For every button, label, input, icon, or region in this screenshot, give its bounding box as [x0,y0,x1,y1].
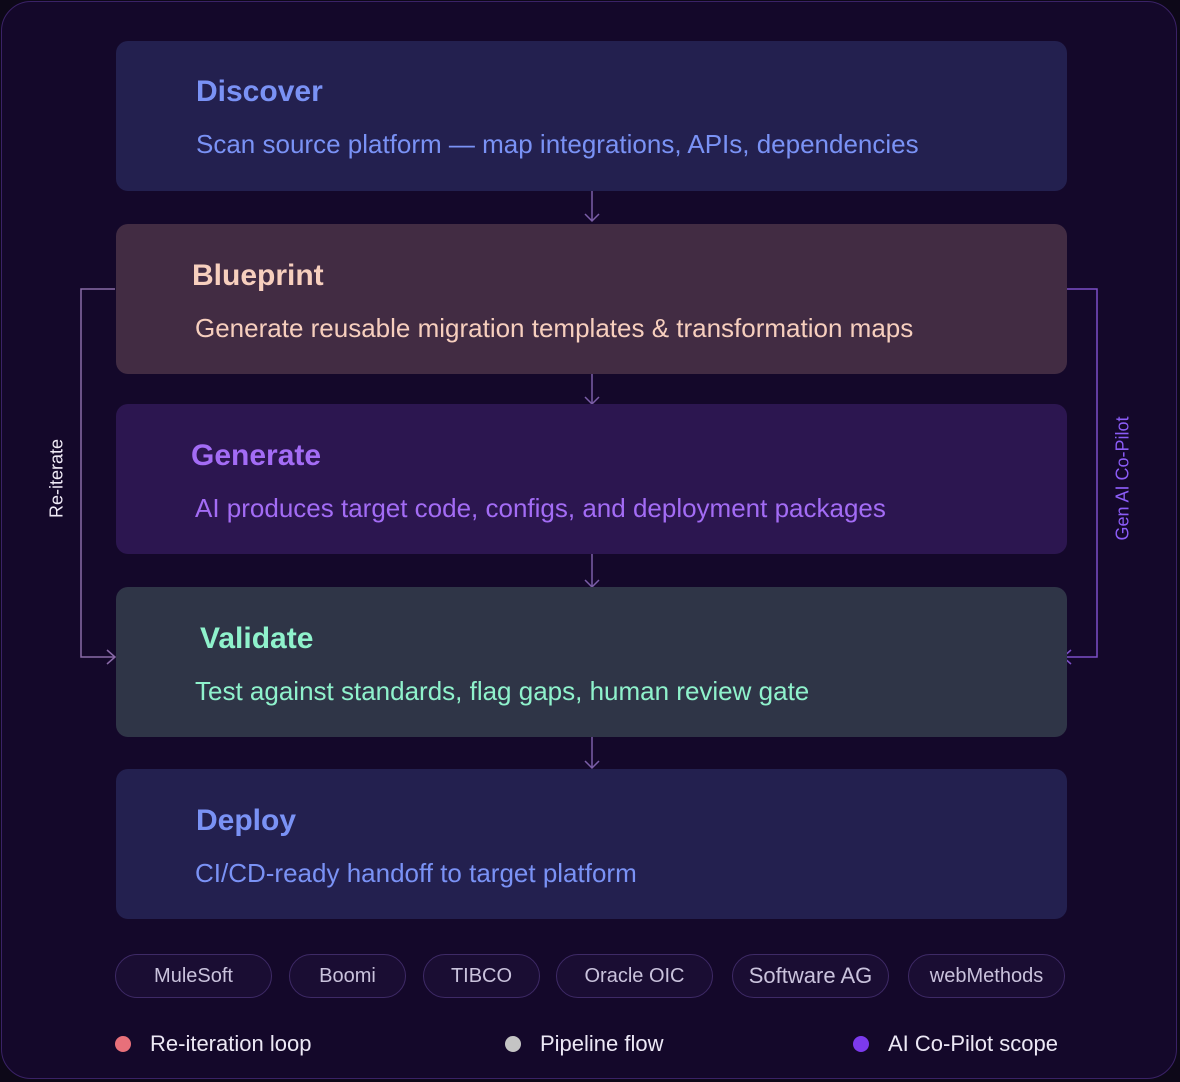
platform-pill-boomi: Boomi [289,954,406,998]
legend-swatch [115,1036,131,1052]
reiterate-loop-line [80,288,115,658]
legend-swatch [853,1036,869,1052]
legend-label: Re-iteration loop [150,1031,312,1056]
stage-description: AI produces target code, configs, and de… [195,493,886,523]
stage-discover: Discover Scan source platform — map inte… [116,41,1067,191]
legend-reiteration-loop: Re-iteration loop [115,1030,311,1058]
stage-generate: Generate AI produces target code, config… [116,404,1067,554]
copilot-label: Gen AI Co-Pilot [1112,416,1133,541]
platform-pill-mulesoft: MuleSoft [115,954,272,998]
legend-pipeline-flow: Pipeline flow [505,1030,664,1058]
platform-pill-software-ag: Software AG [732,954,889,998]
stage-description: Generate reusable migration templates & … [195,313,914,343]
stage-validate: Validate Test against standards, flag ga… [116,587,1067,737]
stage-title: Deploy [196,804,297,837]
stage-title: Generate [191,439,322,472]
legend-swatch [505,1036,521,1052]
stage-title: Discover [196,75,323,108]
platform-pill-oracle-oic: Oracle OIC [556,954,713,998]
stage-description: Scan source platform — map integrations,… [196,129,919,159]
platform-pill-webmethods: webMethods [908,954,1065,998]
pipeline-arrow [584,554,600,589]
pipeline-arrow [584,374,600,406]
stage-description: CI/CD-ready handoff to target platform [195,858,637,888]
platform-pill-tibco: TIBCO [423,954,540,998]
pipeline-arrow [584,737,600,770]
pipeline-arrow [584,190,600,223]
stage-title: Validate [200,622,314,655]
stage-description: Test against standards, flag gaps, human… [195,676,810,706]
legend-label: AI Co-Pilot scope [888,1031,1058,1056]
legend-ai-copilot-scope: AI Co-Pilot scope [853,1030,1058,1058]
reiterate-label: Re-iterate [46,438,67,519]
stage-blueprint: Blueprint Generate reusable migration te… [116,224,1067,374]
stage-title: Blueprint [192,259,324,292]
legend-label: Pipeline flow [540,1031,664,1056]
pipeline-diagram: Discover Scan source platform — map inte… [1,1,1177,1079]
copilot-scope-line [1064,288,1098,658]
stage-deploy: Deploy CI/CD-ready handoff to target pla… [116,769,1067,919]
